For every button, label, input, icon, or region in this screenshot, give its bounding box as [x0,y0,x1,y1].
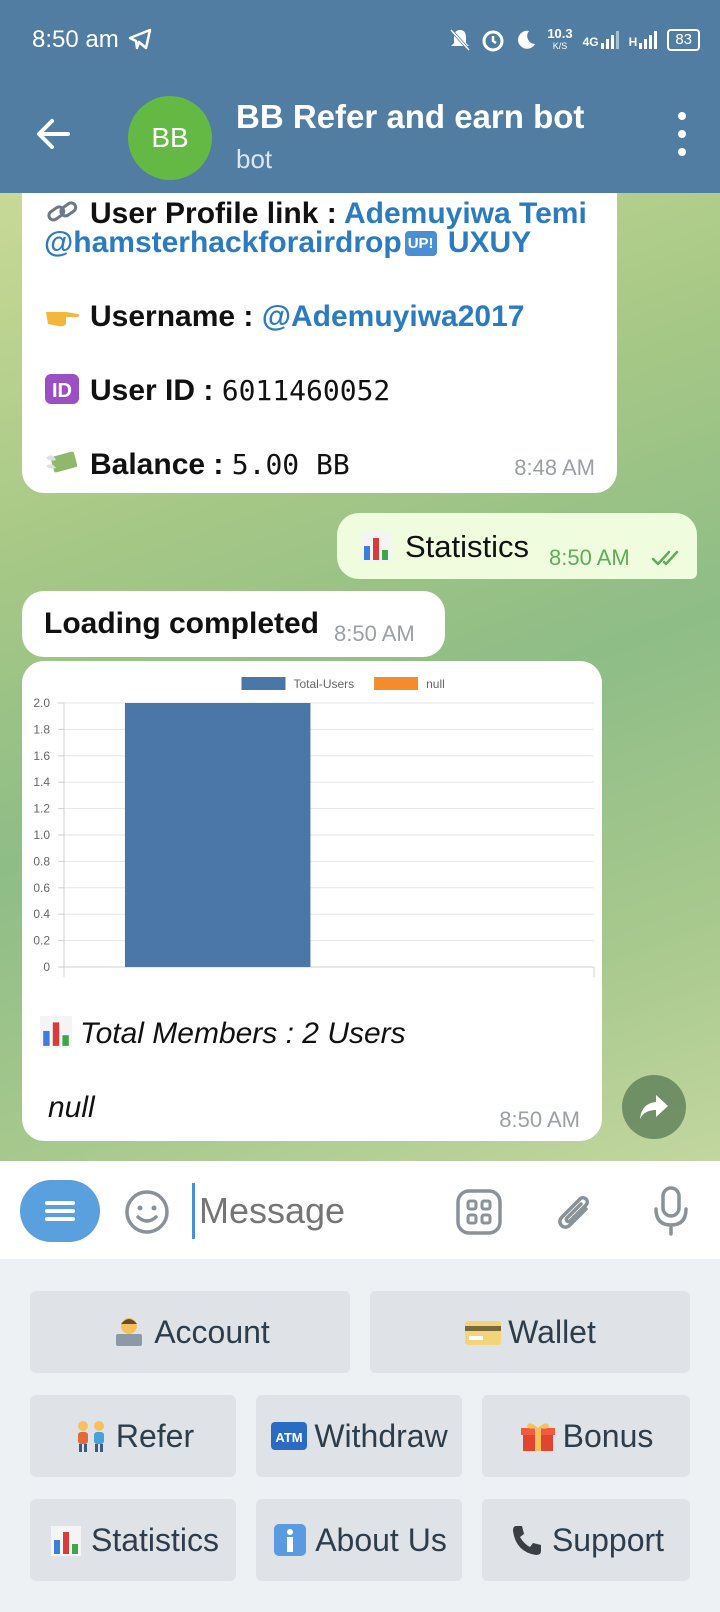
chat-title[interactable]: BB Refer and earn bot [236,98,584,136]
wallet-button[interactable]: Wallet [370,1291,690,1373]
y-tick-label: 0 [43,960,50,974]
message-input-bar [0,1161,720,1259]
id-icon: ID [45,374,79,404]
message-time: 8:50 AM [499,1107,580,1132]
profile-message[interactable]: User Profile link : Ademuyiwa Temi @hams… [22,193,617,493]
loading-text: Loading completed [44,607,320,640]
legend-label: null [426,677,445,691]
message-time: 8:48 AM [514,455,595,480]
atm-icon: ATM [271,1422,308,1450]
balance-line: Balance : 5.00 BB [44,448,350,482]
loading-message[interactable]: Loading completed 8:50 AM [22,591,445,657]
y-tick-label: 2.0 [33,696,50,710]
outgoing-text: Statistics [405,529,530,564]
total-members-line: Total Members : 2 Users [40,1016,406,1051]
bar-chart-emoji-icon [361,532,391,562]
bar-chart-emoji-icon [40,1016,72,1048]
signal-4g: 4G [583,31,619,49]
avatar[interactable]: BB [128,96,212,180]
statistics-button[interactable]: Statistics [30,1499,236,1581]
person-laptop-icon [116,1318,143,1346]
credit-card-icon [465,1321,502,1345]
net-speed: 10.3 K/S [547,26,573,51]
more-options-icon[interactable] [674,112,690,156]
balance-value: 5.00 BB [231,448,350,481]
alarm-icon [482,30,504,52]
phone-icon [512,1526,541,1555]
link-icon [47,201,78,222]
user-id-value: 6011460052 [221,374,391,407]
null-text: null [48,1091,95,1124]
signal-h: H [629,31,658,49]
y-tick-label: 0.4 [33,907,50,921]
message-time: 8:50 AM [549,545,630,570]
y-tick-label: 0.8 [33,854,50,868]
y-tick-label: 1.8 [33,722,50,736]
apps-icon[interactable] [456,1189,502,1235]
bonus-button[interactable]: Bonus [482,1395,690,1477]
bot-keyboard: Account Wallet Refer ATM Withdraw Bonus S… [0,1259,720,1612]
svg-text:ID: ID [52,380,72,402]
total-members-text: Total Members : 2 Users [80,1017,406,1050]
share-arrow-icon [640,1095,668,1119]
attach-icon[interactable] [552,1187,598,1237]
legend-label: Total-Users [294,677,355,691]
emoji-icon[interactable] [124,1189,170,1235]
withdraw-button[interactable]: ATM Withdraw [256,1395,462,1477]
y-tick-label: 1.4 [33,775,50,789]
chart-message[interactable]: 0 0.2 0.4 0.6 0.8 1.0 1.2 1.4 1.6 1.8 2.0 Total-Use… [22,661,602,1141]
username-link[interactable]: @Ademuyiwa2017 [262,300,525,333]
status-bar: 8:50 am 10.3 K/S 4G H 83 [0,0,720,80]
y-tick-label: 0.2 [33,934,50,948]
username-line: Username : @Ademuyiwa2017 [44,300,524,334]
outgoing-message[interactable]: Statistics 8:50 AM [337,513,697,579]
account-button[interactable]: Account [30,1291,350,1373]
support-button[interactable]: Support [482,1499,690,1581]
profile-handle-line: @hamsterhackforairdrop UP! UXUY [44,226,532,259]
signal-icon [600,31,619,49]
message-time: 8:50 AM [334,621,415,646]
chat-subtitle: bot [236,144,273,174]
y-tick-label: 1.2 [33,802,50,816]
status-icons: 10.3 K/S 4G H 83 [449,24,700,56]
chat-header: 8:50 am 10.3 K/S 4G H 83 BB BB Refer and… [0,0,720,193]
info-icon [274,1524,307,1556]
chat-messages[interactable]: User Profile link : Ademuyiwa Temi @hams… [0,193,720,1161]
bar-chart-emoji-icon [50,1526,81,1556]
double-check-icon [651,550,679,566]
share-button[interactable] [622,1075,686,1139]
battery-icon: 83 [667,29,700,51]
telegram-icon [128,28,152,50]
y-tick-label: 0.6 [33,881,50,895]
y-tick-label: 1.0 [33,828,50,842]
up-badge: UP! [404,231,437,256]
microphone-icon[interactable] [652,1185,690,1237]
signal-icon [639,31,658,49]
bot-menu-button[interactable] [20,1180,100,1242]
statistics-chart[interactable]: 0 0.2 0.4 0.6 0.8 1.0 1.2 1.4 1.6 1.8 2.0 Total-Use… [22,661,602,991]
legend-swatch [374,677,419,690]
user-id-line: ID User ID : 6011460052 [44,374,390,408]
money-wings-icon [46,451,78,473]
pointing-hand-icon [46,312,80,327]
y-tick-label: 1.6 [33,749,50,763]
message-input[interactable] [192,1183,442,1239]
back-arrow-icon[interactable] [32,112,76,156]
moon-icon [518,30,536,49]
profile-handle[interactable]: @hamsterhackforairdrop [44,226,402,259]
bar-total-users [124,703,311,967]
refer-button[interactable]: Refer [30,1395,236,1477]
people-holding-hands-icon [77,1421,104,1452]
about-us-button[interactable]: About Us [256,1499,462,1581]
svg-text:ATM: ATM [276,1430,303,1445]
gift-icon [520,1423,555,1451]
legend-swatch [241,677,286,690]
status-time: 8:50 am [32,26,119,53]
mute-bell-icon [450,28,471,52]
